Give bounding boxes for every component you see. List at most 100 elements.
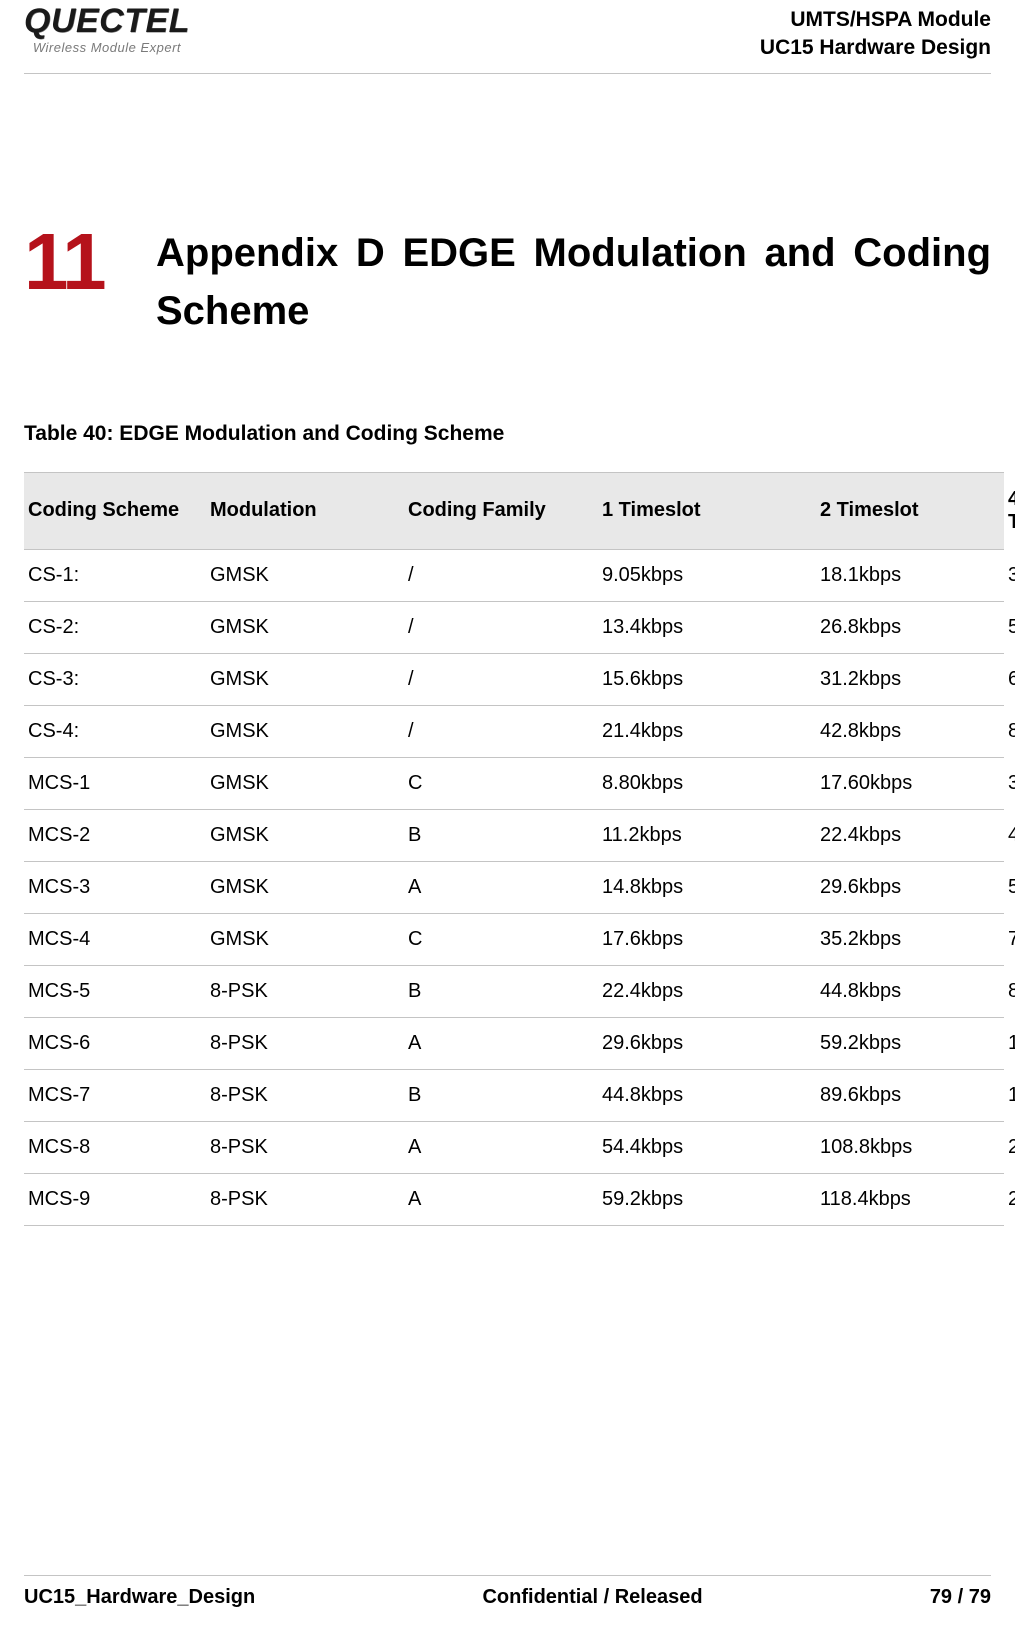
chapter-heading: 11 Appendix D EDGE Modulation and Coding… xyxy=(24,222,991,340)
table-row: MCS-4GMSKC17.6kbps35.2kbps70.4kbps xyxy=(24,913,1004,965)
table-cell: 44.8kbps xyxy=(598,1069,816,1121)
table-row: MCS-98-PSKA59.2kbps118.4kbps236.8kbps xyxy=(24,1173,1004,1225)
doc-title-line1: UMTS/HSPA Module xyxy=(760,6,991,34)
table-row: MCS-3GMSKA14.8kbps29.6kbps59.2kbps xyxy=(24,861,1004,913)
table-cell: MCS-9 xyxy=(24,1173,206,1225)
table-cell: B xyxy=(404,809,598,861)
edge-modulation-table: Coding Scheme Modulation Coding Family 1… xyxy=(24,472,1004,1226)
col-2-timeslot: 2 Timeslot xyxy=(816,472,1004,549)
table-cell: A xyxy=(404,1017,598,1069)
table-cell: A xyxy=(404,1173,598,1225)
logo-text: QUECTEL xyxy=(24,4,190,38)
table-cell: / xyxy=(404,549,598,601)
table-body: CS-1:GMSK/9.05kbps18.1kbps36.2kbpsCS-2:G… xyxy=(24,549,1004,1225)
footer-right: 79 / 79 xyxy=(930,1586,991,1609)
table-cell: 59.2kbps xyxy=(816,1017,1004,1069)
table-cell: MCS-2 xyxy=(24,809,206,861)
table-cell: 17.6kbps xyxy=(598,913,816,965)
table-row: MCS-78-PSKB44.8kbps89.6kbps179.2kbps xyxy=(24,1069,1004,1121)
table-cell: 17.60kbps xyxy=(816,757,1004,809)
table-cell: MCS-1 xyxy=(24,757,206,809)
table-cell: 8-PSK xyxy=(206,1173,404,1225)
chapter-number: 11 xyxy=(24,222,156,302)
table-cell: 59.2kbps xyxy=(598,1173,816,1225)
table-cell: 18.1kbps xyxy=(816,549,1004,601)
table-cell: GMSK xyxy=(206,861,404,913)
table-cell: 9.05kbps xyxy=(598,549,816,601)
table-cell: 8-PSK xyxy=(206,965,404,1017)
table-cell: A xyxy=(404,1121,598,1173)
table-row: MCS-58-PSKB22.4kbps44.8kbps89.6kbps xyxy=(24,965,1004,1017)
table-cell: CS-2: xyxy=(24,601,206,653)
table-cell: B xyxy=(404,1069,598,1121)
table-cell: GMSK xyxy=(206,549,404,601)
table-cell: 8-PSK xyxy=(206,1069,404,1121)
table-cell: 26.8kbps xyxy=(816,601,1004,653)
table-cell: MCS-5 xyxy=(24,965,206,1017)
footer-left: UC15_Hardware_Design xyxy=(24,1586,255,1609)
table-row: CS-4:GMSK/21.4kbps42.8kbps85.6kbps xyxy=(24,705,1004,757)
table-cell: 8-PSK xyxy=(206,1121,404,1173)
table-cell: / xyxy=(404,705,598,757)
table-cell: GMSK xyxy=(206,653,404,705)
table-row: CS-1:GMSK/9.05kbps18.1kbps36.2kbps xyxy=(24,549,1004,601)
table-cell: 8.80kbps xyxy=(598,757,816,809)
table-cell: 22.4kbps xyxy=(816,809,1004,861)
page-footer: UC15_Hardware_Design Confidential / Rele… xyxy=(24,1575,991,1609)
document-title: UMTS/HSPA Module UC15 Hardware Design xyxy=(760,4,991,63)
table-cell: 31.2kbps xyxy=(816,653,1004,705)
table-header-row: Coding Scheme Modulation Coding Family 1… xyxy=(24,472,1004,549)
table-cell: C xyxy=(404,757,598,809)
table-row: MCS-68-PSKA29.6kbps59.2kbps118.4kbps xyxy=(24,1017,1004,1069)
table-cell: A xyxy=(404,861,598,913)
table-cell: GMSK xyxy=(206,705,404,757)
table-cell: CS-3: xyxy=(24,653,206,705)
table-row: MCS-2GMSKB11.2kbps22.4kbps44.8kbps xyxy=(24,809,1004,861)
table-cell: 54.4kbps xyxy=(598,1121,816,1173)
table-cell: C xyxy=(404,913,598,965)
table-cell: 29.6kbps xyxy=(816,861,1004,913)
col-1-timeslot: 1 Timeslot xyxy=(598,472,816,549)
table-cell: 21.4kbps xyxy=(598,705,816,757)
logo-tagline: Wireless Module Expert xyxy=(33,40,181,55)
col-coding-family: Coding Family xyxy=(404,472,598,549)
col-coding-scheme: Coding Scheme xyxy=(24,472,206,549)
table-cell: 35.2kbps xyxy=(816,913,1004,965)
table-cell: / xyxy=(404,601,598,653)
table-cell: B xyxy=(404,965,598,1017)
table-cell: GMSK xyxy=(206,913,404,965)
table-cell: 108.8kbps xyxy=(816,1121,1004,1173)
table-head: Coding Scheme Modulation Coding Family 1… xyxy=(24,472,1004,549)
table-cell: 89.6kbps xyxy=(816,1069,1004,1121)
table-cell: CS-4: xyxy=(24,705,206,757)
table-caption: Table 40: EDGE Modulation and Coding Sch… xyxy=(24,422,991,446)
brand-logo: QUECTEL Wireless Module Expert xyxy=(24,4,190,55)
table-cell: 44.8kbps xyxy=(816,965,1004,1017)
table-row: MCS-1GMSKC8.80kbps17.60kbps35.20kbps xyxy=(24,757,1004,809)
table-cell: MCS-7 xyxy=(24,1069,206,1121)
table-cell: 11.2kbps xyxy=(598,809,816,861)
table-cell: / xyxy=(404,653,598,705)
col-modulation: Modulation xyxy=(206,472,404,549)
table-cell: GMSK xyxy=(206,809,404,861)
table-row: CS-3:GMSK/15.6kbps31.2kbps62.4kbps xyxy=(24,653,1004,705)
table-cell: 15.6kbps xyxy=(598,653,816,705)
chapter-title: Appendix D EDGE Modulation and Coding Sc… xyxy=(156,222,991,340)
table-cell: 13.4kbps xyxy=(598,601,816,653)
table-cell: CS-1: xyxy=(24,549,206,601)
table-cell: MCS-4 xyxy=(24,913,206,965)
table-cell: 29.6kbps xyxy=(598,1017,816,1069)
table-cell: 14.8kbps xyxy=(598,861,816,913)
table-cell: MCS-6 xyxy=(24,1017,206,1069)
table-cell: GMSK xyxy=(206,757,404,809)
table-cell: MCS-8 xyxy=(24,1121,206,1173)
table-cell: 118.4kbps xyxy=(816,1173,1004,1225)
table-cell: 8-PSK xyxy=(206,1017,404,1069)
table-cell: 22.4kbps xyxy=(598,965,816,1017)
table-cell: 42.8kbps xyxy=(816,705,1004,757)
table-row: MCS-88-PSKA54.4kbps108.8kbps217.6kbps xyxy=(24,1121,1004,1173)
doc-title-line2: UC15 Hardware Design xyxy=(760,34,991,62)
table-row: CS-2:GMSK/13.4kbps26.8kbps53.6kbps xyxy=(24,601,1004,653)
table-cell: MCS-3 xyxy=(24,861,206,913)
page-header: QUECTEL Wireless Module Expert UMTS/HSPA… xyxy=(24,0,991,74)
